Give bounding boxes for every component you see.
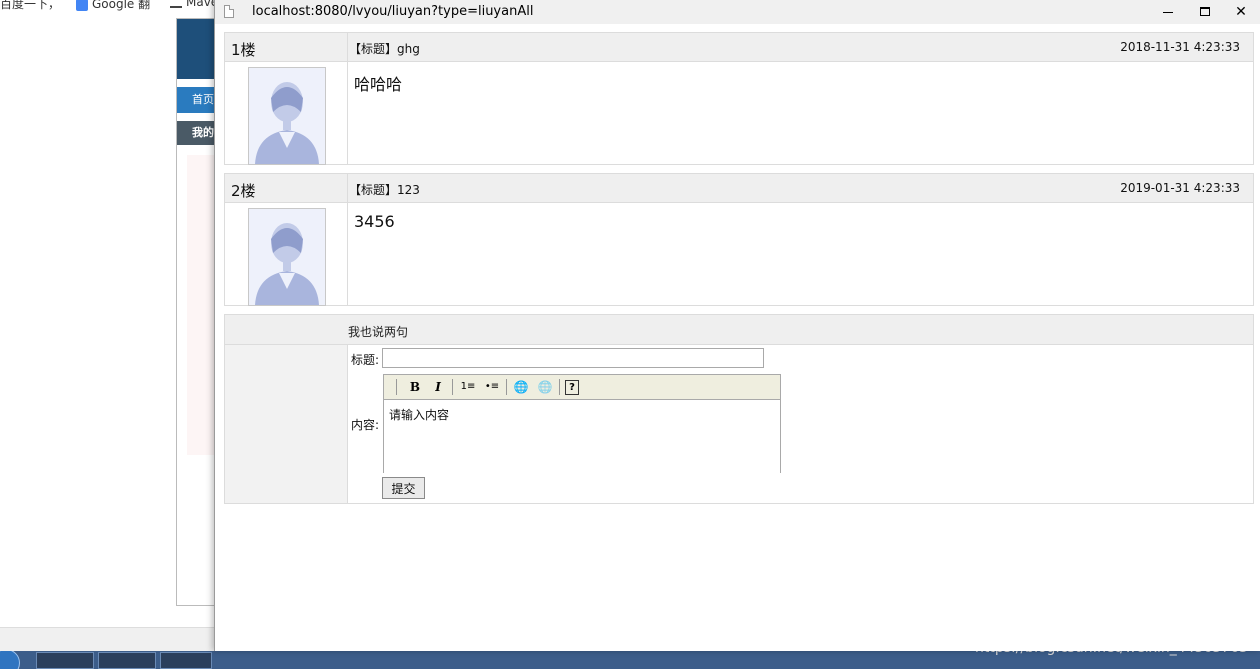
taskbar-app[interactable] bbox=[98, 652, 156, 669]
title-input[interactable] bbox=[382, 348, 764, 368]
post-floor: 2楼 bbox=[231, 182, 256, 200]
content-panel bbox=[187, 155, 217, 455]
post-item: 1楼 【标题】ghg 2018-11-31 4:23:33 哈哈哈 bbox=[224, 32, 1254, 165]
post-date: 2019-01-31 4:23:33 bbox=[1120, 181, 1240, 195]
reply-header: 我也说两句 bbox=[225, 315, 1253, 345]
post-header: 1楼 【标题】ghg 2018-11-31 4:23:33 bbox=[225, 33, 1253, 62]
close-icon: ✕ bbox=[1235, 4, 1247, 20]
nav-home[interactable]: 首页 bbox=[177, 87, 217, 113]
ordered-list-button[interactable]: 1≡ bbox=[459, 378, 477, 396]
unlink-button[interactable]: 🌐 bbox=[536, 378, 554, 396]
submit-button[interactable]: 提交 bbox=[382, 477, 425, 499]
title-label: 标题: bbox=[351, 353, 380, 367]
start-button[interactable] bbox=[0, 651, 20, 669]
list-icon bbox=[170, 0, 182, 8]
title-bar: localhost:8080/lvyou/liuyan?type=liuyanA… bbox=[215, 0, 1260, 24]
user-avatar bbox=[248, 67, 326, 165]
site-banner bbox=[177, 19, 217, 79]
post-title: 【标题】ghg bbox=[349, 42, 420, 56]
avatar-icon bbox=[249, 209, 325, 305]
bookmark-item[interactable]: Google 翻 bbox=[76, 0, 150, 12]
popup-window: localhost:8080/lvyou/liuyan?type=liuyanA… bbox=[214, 0, 1260, 651]
section-header: 我的 bbox=[177, 121, 217, 145]
user-avatar bbox=[248, 208, 326, 306]
post-item: 2楼 【标题】123 2019-01-31 4:23:33 3456 bbox=[224, 173, 1254, 306]
minimize-button[interactable] bbox=[1151, 0, 1185, 24]
italic-button[interactable]: I bbox=[429, 378, 447, 396]
post-title: 【标题】123 bbox=[349, 183, 420, 197]
post-floor: 1楼 bbox=[231, 41, 256, 59]
background-page: 首页 我的 bbox=[176, 18, 217, 606]
editor-toolbar: B I 1≡ •≡ 🌐 🌐 ? bbox=[384, 375, 780, 400]
content-label: 内容: bbox=[351, 418, 380, 432]
toolbar-separator bbox=[506, 379, 507, 395]
post-content: 3456 bbox=[354, 212, 395, 231]
unordered-list-button[interactable]: •≡ bbox=[483, 378, 501, 396]
address-url[interactable]: localhost:8080/lvyou/liuyan?type=liuyanA… bbox=[252, 4, 533, 19]
help-button[interactable]: ? bbox=[565, 380, 579, 395]
rich-text-editor[interactable]: B I 1≡ •≡ 🌐 🌐 ? 请输入内容 bbox=[383, 374, 781, 473]
column-divider bbox=[347, 33, 348, 164]
google-icon bbox=[76, 0, 88, 11]
browser-status-bar bbox=[0, 627, 216, 652]
maximize-button[interactable] bbox=[1188, 0, 1222, 24]
taskbar-app[interactable] bbox=[160, 652, 212, 669]
link-button[interactable]: 🌐 bbox=[512, 378, 530, 396]
toolbar-separator bbox=[396, 379, 397, 395]
post-date: 2018-11-31 4:23:33 bbox=[1120, 40, 1240, 54]
page-icon bbox=[224, 5, 234, 18]
reply-form: 我也说两句 标题: 内容: B I 1≡ •≡ 🌐 🌐 ? 请输入内容 提交 bbox=[224, 314, 1254, 504]
bold-button[interactable]: B bbox=[406, 378, 424, 396]
minimize-icon bbox=[1163, 12, 1173, 13]
bookmark-item[interactable]: 百度一下， bbox=[0, 0, 60, 12]
avatar-icon bbox=[249, 68, 325, 164]
reply-heading: 我也说两句 bbox=[348, 325, 409, 339]
reply-body: 标题: 内容: B I 1≡ •≡ 🌐 🌐 ? 请输入内容 提交 bbox=[348, 345, 1253, 503]
close-button[interactable]: ✕ bbox=[1224, 0, 1258, 24]
toolbar-separator bbox=[559, 379, 560, 395]
bookmark-item[interactable]: Mave bbox=[170, 0, 218, 9]
post-header: 2楼 【标题】123 2019-01-31 4:23:33 bbox=[225, 174, 1253, 203]
post-content: 哈哈哈 bbox=[354, 75, 403, 94]
toolbar-separator bbox=[452, 379, 453, 395]
taskbar-app[interactable] bbox=[36, 652, 94, 669]
maximize-icon bbox=[1200, 7, 1210, 16]
column-divider bbox=[347, 174, 348, 305]
editor-content-area[interactable]: 请输入内容 bbox=[389, 406, 449, 423]
